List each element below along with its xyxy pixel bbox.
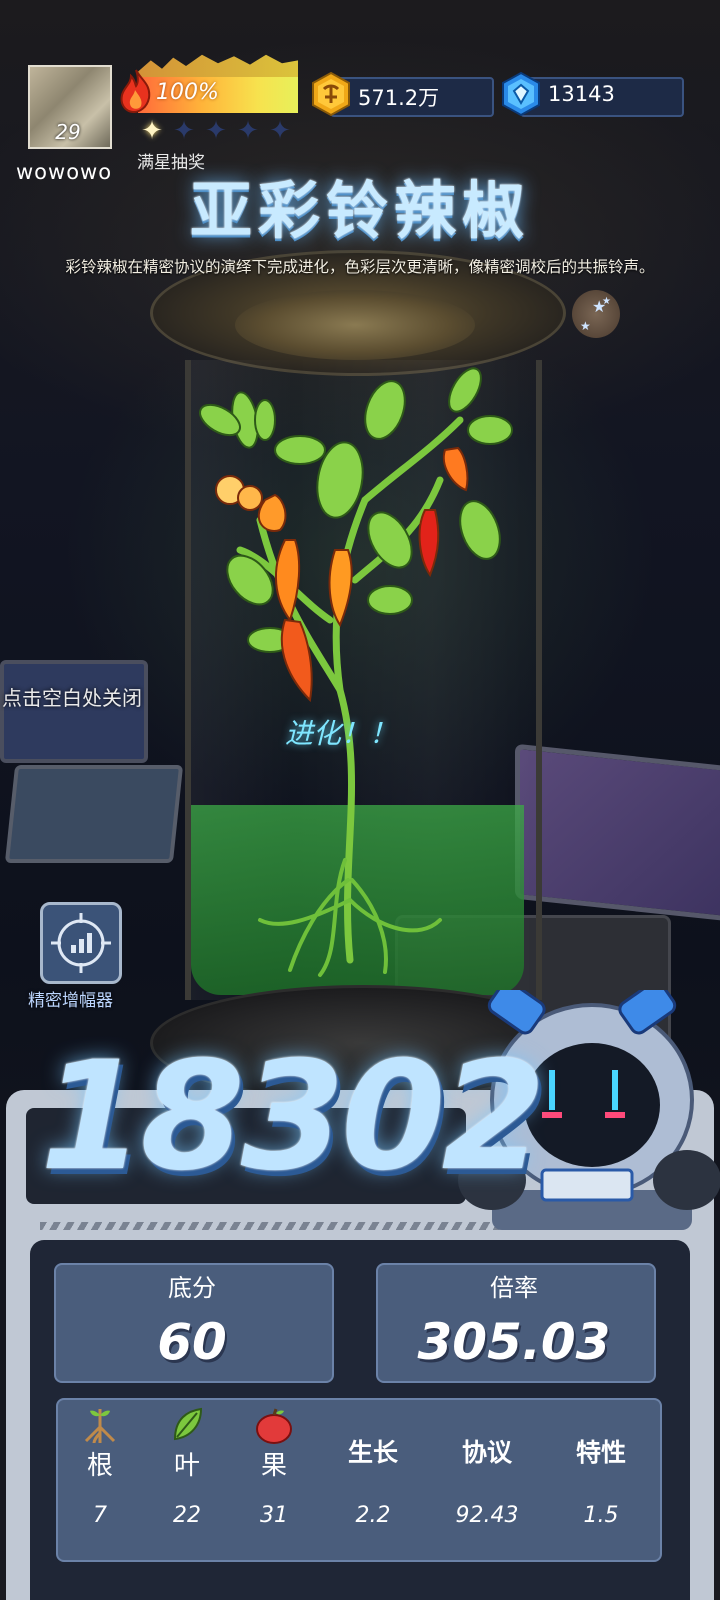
gem-amount: 13143 [548, 82, 615, 106]
attribute-root-value: 7 [93, 1503, 107, 1528]
attribute-growth-name: 生长 [347, 1438, 398, 1467]
svg-text:★: ★ [602, 296, 611, 307]
attribute-fruit-name: 果 [260, 1451, 287, 1481]
gem-icon [502, 71, 540, 117]
svg-text:★: ★ [580, 319, 591, 333]
evolve-text: 进化！！ [285, 717, 398, 750]
left-console-screen [4, 765, 184, 863]
star-empty-icon: ✦ [173, 116, 195, 146]
coin-icon [312, 71, 350, 117]
right-monitor [515, 743, 720, 922]
multiplier-label: 倍率 [490, 1274, 538, 1302]
root-icon [55, 1405, 145, 1445]
attribute-growth: 生长 [328, 1405, 418, 1469]
attribute-trait: 特性 [556, 1405, 646, 1469]
base-score-value: 60 [157, 1313, 227, 1371]
star-empty-icon: ✦ [237, 116, 259, 146]
energy-percent: 100% [156, 80, 219, 105]
flame-icon [120, 69, 151, 114]
attribute-leaf-value: 22 [173, 1503, 201, 1528]
left-monitor [0, 660, 148, 763]
star-cluster-badge[interactable]: ★ ★ ★ [572, 290, 620, 338]
attribute-fruit: 果 [229, 1405, 319, 1482]
attribute-root-name: 根 [86, 1451, 113, 1481]
star-cluster-icon: ★ ★ ★ [580, 296, 611, 333]
fruit-icon [229, 1405, 319, 1445]
plant-description: 彩铃辣椒在精密协议的演绎下完成进化，色彩层次更清晰，像精密调校后的共振铃声。 [65, 258, 655, 276]
pepper-plant-illustration [199, 367, 513, 977]
precision-amplifier-label: 精密增幅器 [28, 991, 113, 1011]
attribute-protocol: 协议 [442, 1405, 532, 1469]
tap-to-close-hint: 点击空白处关闭 [2, 686, 142, 710]
attribute-leaf: 叶 [142, 1405, 232, 1482]
attribute-fruit-value: 31 [260, 1503, 288, 1528]
star-empty-icon: ✦ [205, 116, 227, 146]
attribute-trait-name: 特性 [575, 1438, 626, 1467]
attribute-protocol-name: 协议 [461, 1438, 512, 1467]
attribute-root: 根 [55, 1405, 145, 1482]
attribute-trait-value: 1.5 [583, 1503, 619, 1528]
attribute-protocol-value: 92.43 [455, 1503, 519, 1528]
total-score: 18302 [40, 1030, 546, 1204]
amplifier-chart-icon [51, 913, 111, 973]
star-empty-icon: ✦ [269, 116, 291, 146]
coin-amount: 571.2万 [358, 86, 440, 110]
plant-title: 亚彩铃辣椒 [189, 174, 530, 247]
precision-amplifier-button[interactable] [40, 902, 122, 984]
player-level: 29 [55, 120, 81, 144]
attribute-leaf-name: 叶 [173, 1451, 200, 1481]
base-score-label: 底分 [168, 1274, 216, 1302]
multiplier-value: 305.03 [417, 1313, 611, 1371]
leaf-icon [142, 1405, 232, 1445]
star-rating: ✦ ✦ ✦ ✦ ✦ [138, 117, 294, 147]
attribute-growth-value: 2.2 [355, 1503, 391, 1528]
star-filled-icon: ✦ [141, 116, 163, 146]
station-ring-core [235, 290, 475, 360]
